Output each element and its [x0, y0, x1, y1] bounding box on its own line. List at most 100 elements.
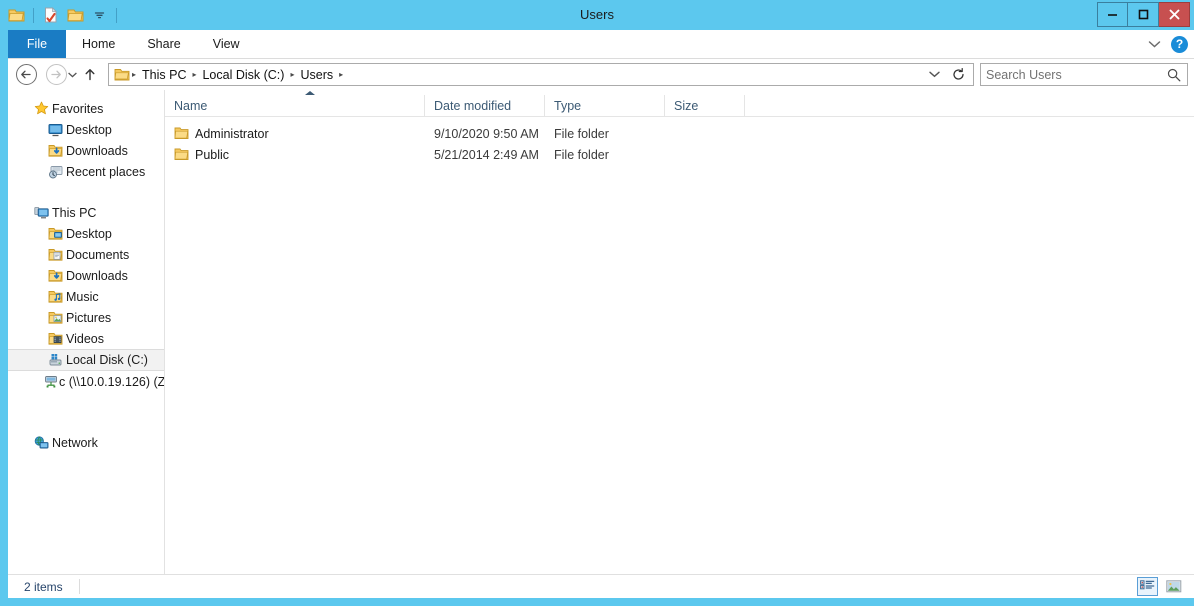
back-button[interactable] [14, 63, 38, 87]
pictures-folder-icon [44, 311, 66, 325]
file-list-pane[interactable]: Name Date modified Type Size Administrat… [165, 90, 1194, 574]
column-header-type[interactable]: Type [545, 95, 665, 116]
ribbon-tabs: File Home Share View [8, 30, 1194, 58]
minimize-ribbon-chevron-icon[interactable] [1148, 40, 1161, 49]
sidebar-group-network[interactable]: Network [8, 432, 164, 453]
network-drive-icon [44, 375, 59, 389]
search-box[interactable]: Search Users [980, 63, 1188, 86]
status-bar: 2 items [8, 574, 1194, 598]
sidebar-gap-2 [8, 392, 164, 412]
file-date-cell: 5/21/2014 2:49 AM [434, 147, 539, 162]
sidebar-item-network-drive-z-label: c (\\10.0.19.126) (Z:) [59, 374, 165, 389]
file-date-cell: 9/10/2020 9:50 AM [434, 126, 539, 141]
file-name-cell[interactable]: Public [165, 148, 425, 162]
address-dropdown-chevron-icon[interactable] [929, 71, 940, 78]
maximize-button[interactable] [1128, 2, 1159, 27]
sidebar-item-pc-desktop[interactable]: Desktop [8, 223, 164, 244]
sidebar-item-local-disk-c[interactable]: Local Disk (C:) [8, 349, 164, 371]
network-icon [30, 435, 52, 450]
file-type-cell: File folder [554, 147, 609, 162]
forward-arrow-icon [45, 64, 67, 85]
sidebar-gap-3 [8, 412, 164, 432]
breadcrumb[interactable]: ▸ This PC ▸ Local Disk (C:) ▸ Users ▸ [108, 63, 974, 86]
sidebar-item-documents-label: Documents [66, 247, 130, 262]
sidebar-item-pc-desktop-label: Desktop [66, 226, 112, 241]
sidebar-item-recent-places-label: Recent places [66, 164, 146, 179]
desktop-icon [44, 123, 66, 137]
breadcrumb-item-local-disk[interactable]: Local Disk (C:) [197, 68, 289, 82]
downloads-folder-icon [44, 144, 66, 158]
recent-locations-caret-icon[interactable] [68, 72, 84, 78]
sidebar-item-fav-desktop[interactable]: Desktop [8, 119, 164, 140]
breadcrumb-separator-3[interactable]: ▸ [338, 70, 344, 79]
sidebar-item-fav-downloads-label: Downloads [66, 143, 128, 158]
close-button[interactable] [1159, 2, 1190, 27]
search-input[interactable]: Search Users [986, 68, 1166, 82]
folder-icon [174, 148, 195, 161]
details-view-button[interactable] [1137, 577, 1158, 596]
minimize-button[interactable] [1097, 2, 1128, 27]
sidebar-item-videos[interactable]: Videos [8, 328, 164, 349]
sidebar-group-this-pc[interactable]: This PC [8, 202, 164, 223]
file-rows: Administrator 9/10/2020 9:50 AM File fol… [165, 117, 1194, 165]
column-header-size[interactable]: Size [665, 95, 745, 116]
help-icon[interactable]: ? [1171, 35, 1188, 53]
tab-home[interactable]: Home [66, 30, 131, 58]
explorer-body: Favorites Desktop Downloads Recent place… [8, 90, 1194, 574]
large-icons-view-button[interactable] [1163, 577, 1184, 596]
sidebar-item-music[interactable]: Music [8, 286, 164, 307]
item-count-label: 2 items [24, 579, 63, 594]
folder-icon [174, 127, 195, 140]
search-icon[interactable] [1166, 68, 1182, 82]
sidebar-item-pc-downloads[interactable]: Downloads [8, 265, 164, 286]
title-bar: Users [0, 0, 1194, 30]
up-button[interactable] [84, 68, 104, 81]
sidebar-item-recent-places[interactable]: Recent places [8, 161, 164, 182]
music-folder-icon [44, 290, 66, 304]
recent-places-icon [44, 165, 66, 179]
tab-file[interactable]: File [8, 30, 66, 58]
sidebar-item-videos-label: Videos [66, 331, 104, 346]
file-name-cell[interactable]: Administrator [165, 127, 425, 141]
breadcrumb-folder-icon [113, 68, 131, 82]
sidebar-group-network-label: Network [52, 435, 98, 450]
tab-view[interactable]: View [197, 30, 256, 58]
sort-ascending-icon [305, 91, 315, 95]
sidebar-item-music-label: Music [66, 289, 99, 304]
desktop-folder-icon [44, 227, 66, 241]
videos-folder-icon [44, 332, 66, 346]
forward-button[interactable] [44, 63, 68, 87]
star-icon [30, 101, 52, 116]
table-row[interactable]: Public 5/21/2014 2:49 AM File folder [165, 144, 1194, 165]
sidebar-group-favorites[interactable]: Favorites [8, 98, 164, 119]
breadcrumb-item-this-pc[interactable]: This PC [137, 68, 191, 82]
sidebar-group-this-pc-label: This PC [52, 205, 97, 220]
column-header-date-modified[interactable]: Date modified [425, 95, 545, 116]
hard-disk-icon [44, 353, 66, 367]
tab-share[interactable]: Share [131, 30, 196, 58]
sidebar-gap-1 [8, 182, 164, 202]
explorer-window: Users File Home Share View ? ▸ This PC ▸… [0, 0, 1194, 606]
documents-folder-icon [44, 248, 66, 262]
sidebar-group-favorites-label: Favorites [52, 101, 104, 116]
sidebar-item-network-drive-z[interactable]: c (\\10.0.19.126) (Z:) [8, 371, 164, 392]
file-name-label: Public [195, 147, 230, 162]
sidebar-item-fav-desktop-label: Desktop [66, 122, 112, 137]
breadcrumb-item-users[interactable]: Users [295, 68, 338, 82]
computer-icon [30, 206, 52, 220]
column-headers: Name Date modified Type Size [165, 91, 1194, 117]
file-type-cell: File folder [554, 126, 609, 141]
table-row[interactable]: Administrator 9/10/2020 9:50 AM File fol… [165, 123, 1194, 144]
breadcrumb-right-controls [929, 68, 969, 81]
refresh-icon[interactable] [952, 68, 965, 81]
sidebar-item-fav-downloads[interactable]: Downloads [8, 140, 164, 161]
sidebar-item-pc-downloads-label: Downloads [66, 268, 128, 283]
navigation-pane[interactable]: Favorites Desktop Downloads Recent place… [8, 90, 165, 574]
back-arrow-icon [15, 64, 37, 85]
status-divider [78, 579, 80, 594]
sidebar-item-pictures[interactable]: Pictures [8, 307, 164, 328]
column-header-name[interactable]: Name [165, 95, 425, 116]
sidebar-item-local-disk-c-label: Local Disk (C:) [66, 353, 148, 367]
sidebar-item-documents[interactable]: Documents [8, 244, 164, 265]
address-bar: ▸ This PC ▸ Local Disk (C:) ▸ Users ▸ Se… [8, 59, 1194, 90]
